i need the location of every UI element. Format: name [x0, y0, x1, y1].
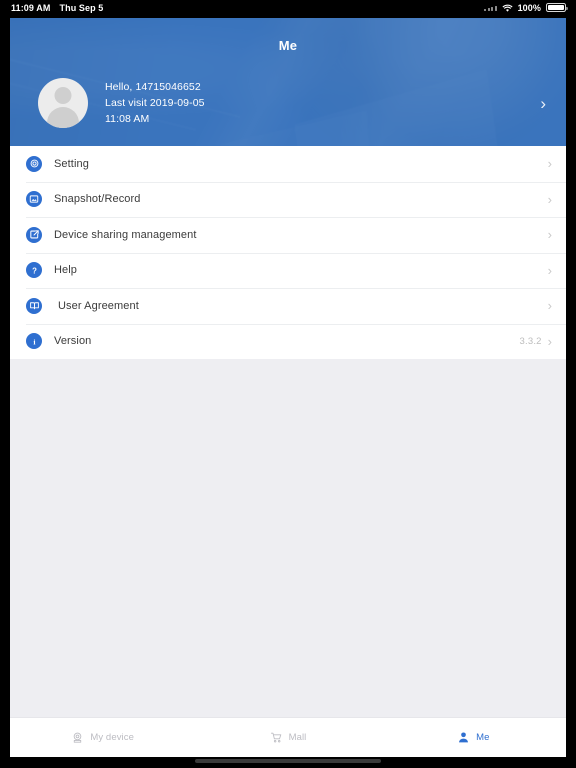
profile-last-visit-date: Last visit 2019-09-05 [105, 97, 205, 109]
profile-greeting: Hello, 14715046652 [105, 81, 201, 93]
bottom-tab-bar: My device Mall Me [10, 717, 566, 757]
status-bar: 11:09 AM Thu Sep 5 100% [0, 0, 576, 15]
device-frame: 11:09 AM Thu Sep 5 100% Me Hello, 147150… [0, 0, 576, 768]
svg-text:?: ? [32, 266, 37, 275]
home-indicator[interactable] [195, 759, 381, 763]
tab-mall[interactable]: Mall [195, 731, 380, 744]
share-icon [26, 226, 42, 243]
menu-item-label: Version [54, 335, 92, 348]
menu-item-user-agreement[interactable]: User Agreement › [10, 288, 566, 324]
info-icon: i [26, 333, 42, 350]
chevron-right-icon: › [547, 333, 552, 349]
settings-menu: Setting › Snapshot/Record › Device shari… [10, 146, 566, 359]
person-icon [457, 731, 470, 744]
wifi-icon [502, 4, 513, 12]
tab-label: Mall [288, 732, 307, 743]
svg-text:i: i [33, 337, 36, 346]
question-icon: ? [26, 262, 42, 279]
status-bar-date: Thu Sep 5 [59, 2, 104, 13]
menu-item-label: Snapshot/Record [54, 193, 141, 206]
version-value: 3.3.2 [519, 335, 542, 347]
book-icon [26, 297, 42, 314]
menu-item-device-sharing-management[interactable]: Device sharing management › [10, 217, 566, 253]
menu-item-snapshot-record[interactable]: Snapshot/Record › [10, 181, 566, 217]
content-empty-area [10, 359, 566, 700]
menu-item-label: Setting [54, 157, 89, 170]
chevron-right-icon: › [547, 298, 552, 314]
camera-icon [71, 731, 84, 744]
photo-icon [26, 191, 42, 208]
profile-last-visit-time: 11:08 AM [105, 113, 150, 125]
menu-item-label: Device sharing management [54, 228, 197, 241]
status-bar-right: 100% [484, 3, 576, 13]
chevron-right-icon: › [547, 227, 552, 243]
chevron-right-icon[interactable]: › [540, 95, 550, 112]
gear-icon [26, 155, 42, 172]
tab-me[interactable]: Me [381, 731, 566, 744]
status-bar-left: 11:09 AM Thu Sep 5 [0, 3, 103, 13]
menu-item-label: Help [54, 264, 78, 277]
signal-strength-icon [484, 5, 497, 11]
menu-item-help[interactable]: ? Help › [10, 252, 566, 288]
tab-my-device[interactable]: My device [10, 731, 195, 744]
menu-item-label: User Agreement [58, 299, 139, 312]
battery-full-icon [546, 3, 568, 12]
tab-label: My device [90, 732, 134, 743]
page-title: Me [278, 38, 298, 53]
avatar [38, 78, 88, 128]
battery-percentage: 100% [517, 2, 541, 13]
menu-item-setting[interactable]: Setting › [10, 146, 566, 182]
tab-label: Me [476, 732, 490, 743]
chevron-right-icon: › [547, 156, 552, 172]
profile-info: Hello, 14715046652 Last visit 2019-09-05… [105, 79, 205, 127]
profile-row[interactable]: Hello, 14715046652 Last visit 2019-09-05… [10, 70, 566, 136]
app-screen: Me Hello, 14715046652 Last visit 2019-09… [10, 18, 566, 757]
status-bar-time: 11:09 AM [11, 2, 51, 13]
menu-item-version[interactable]: i Version 3.3.2 › [10, 323, 566, 359]
profile-header: Me Hello, 14715046652 Last visit 2019-09… [10, 18, 566, 146]
chevron-right-icon: › [547, 191, 552, 207]
chevron-right-icon: › [547, 262, 552, 278]
cart-icon [270, 731, 283, 744]
